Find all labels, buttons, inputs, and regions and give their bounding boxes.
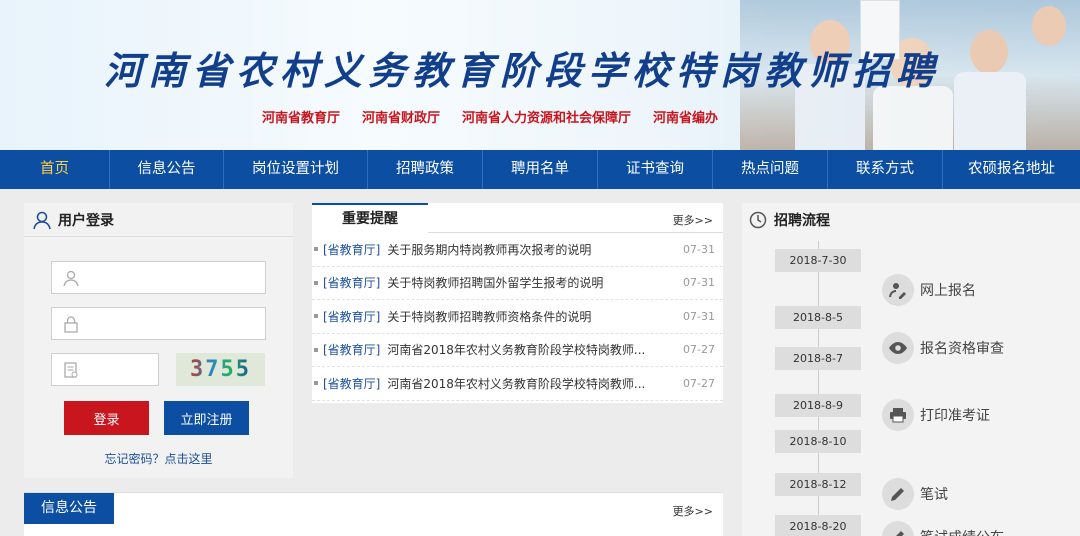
notice-title[interactable]: 河南省2018年农村义务教育阶段学校特岗教师...: [387, 341, 683, 358]
bullet: [314, 280, 318, 285]
login-button[interactable]: 登录: [64, 401, 149, 435]
process-step[interactable]: 笔试成绩公布: [882, 521, 1004, 536]
process-header: 招聘流程: [742, 203, 1080, 237]
more-link[interactable]: 更多>>: [673, 212, 713, 228]
login-panel: 用户登录 3755 登录 立即注册 忘记密码？点击这里: [24, 203, 293, 478]
lock-icon: [64, 315, 78, 333]
step-label: 笔试: [920, 487, 948, 503]
clock-icon: [749, 211, 767, 229]
bullet: [314, 314, 318, 319]
notice-title[interactable]: 关于服务期内特岗教师再次报考的说明: [387, 241, 683, 258]
tab-info[interactable]: 信息公告: [24, 493, 114, 524]
nav-master-signup[interactable]: 农硕报名地址: [943, 150, 1080, 189]
timeline-date: 2018-8-9: [775, 394, 861, 417]
login-header: 用户登录: [24, 203, 293, 237]
notice-row[interactable]: [省教育厅] 河南省2018年农村义务教育阶段学校特岗教师... 07-27: [312, 367, 723, 401]
username-field[interactable]: [51, 261, 266, 294]
step-label: 笔试成绩公布: [920, 527, 1004, 536]
organizer: 河南省编办: [653, 111, 719, 126]
tab-important[interactable]: 重要提醒: [312, 203, 428, 234]
important-notices-panel: 重要提醒 更多>> [省教育厅] 关于服务期内特岗教师再次报考的说明 07-31 […: [312, 203, 723, 403]
notice-title[interactable]: 关于特岗教师招聘国外留学生报考的说明: [387, 274, 683, 291]
process-step[interactable]: 笔试: [882, 478, 948, 510]
main-nav: 首页 信息公告 岗位设置计划 招聘政策 聘用名单 证书查询 热点问题 联系方式 …: [0, 150, 1080, 189]
user-icon: [63, 270, 79, 286]
step-label: 报名资格审查: [920, 341, 1004, 357]
timeline-date: 2018-8-5: [775, 306, 861, 329]
pencil-icon: [882, 478, 914, 510]
notice-date: 07-31: [683, 242, 715, 256]
notice-category: [省教育厅]: [323, 343, 381, 358]
eye-icon: [882, 332, 914, 364]
notice-row[interactable]: [省教育厅] 河南省2018年农村义务教育阶段学校特岗教师... 07-27: [312, 334, 723, 367]
organizer: 河南省人力资源和社会保障厅: [462, 111, 632, 126]
bullet: [314, 247, 318, 252]
notice-category: [省教育厅]: [323, 309, 381, 324]
timeline-date: 2018-8-7: [775, 347, 861, 370]
process-step[interactable]: 报名资格审查: [882, 332, 1004, 364]
timeline-date: 2018-8-12: [775, 473, 861, 496]
step-label: 网上报名: [920, 283, 976, 299]
nav-policy[interactable]: 招聘政策: [368, 150, 483, 189]
captcha-image[interactable]: 3755: [176, 353, 265, 386]
nav-certificate[interactable]: 证书查询: [598, 150, 713, 189]
forgot-password-link[interactable]: 忘记密码？点击这里: [24, 450, 293, 467]
printer-icon: [882, 399, 914, 431]
timeline-date: 2018-8-10: [775, 430, 861, 453]
login-title: 用户登录: [58, 212, 114, 229]
password-field[interactable]: [51, 307, 266, 340]
timeline-date: 2018-7-30: [775, 249, 861, 272]
nav-hired-list[interactable]: 聘用名单: [483, 150, 598, 189]
captcha-text: 3755: [190, 357, 251, 382]
info-announcements-panel: 信息公告 更多>>: [24, 492, 723, 536]
nav-home[interactable]: 首页: [0, 150, 110, 189]
captcha-field[interactable]: [51, 353, 159, 386]
process-step[interactable]: 网上报名: [882, 274, 976, 306]
notice-date: 07-27: [683, 376, 715, 390]
notice-category: [省教育厅]: [323, 276, 381, 291]
organizer: 河南省财政厅: [362, 111, 441, 126]
user-edit-icon: [882, 274, 914, 306]
organizer-list: 河南省教育厅 河南省财政厅 河南省人力资源和社会保障厅 河南省编办: [262, 107, 718, 126]
process-step[interactable]: 打印准考证: [882, 399, 990, 431]
bullet: [314, 381, 318, 386]
notice-row[interactable]: [省教育厅] 关于特岗教师招聘国外留学生报考的说明 07-31: [312, 267, 723, 300]
notice-date: 07-31: [683, 309, 715, 323]
header-banner: 河南省农村义务教育阶段学校特岗教师招聘 河南省教育厅 河南省财政厅 河南省人力资…: [0, 0, 1080, 150]
bullet: [314, 347, 318, 352]
nav-positions[interactable]: 岗位设置计划: [224, 150, 368, 189]
user-icon: [33, 211, 51, 229]
banner-title: 河南省农村义务教育阶段学校特岗教师招聘: [104, 48, 941, 93]
notice-date: 07-27: [683, 343, 715, 357]
captcha-icon: [64, 361, 78, 378]
notices-tabbar: 重要提醒 更多>>: [312, 203, 723, 234]
notice-row[interactable]: [省教育厅] 关于服务期内特岗教师再次报考的说明 07-31: [312, 233, 723, 267]
nav-faq[interactable]: 热点问题: [713, 150, 828, 189]
register-button[interactable]: 立即注册: [164, 401, 249, 435]
notice-title[interactable]: 关于特岗教师招聘教师资格条件的说明: [387, 308, 683, 325]
more-link[interactable]: 更多>>: [673, 503, 713, 519]
notice-date: 07-31: [683, 276, 715, 290]
nav-contact[interactable]: 联系方式: [828, 150, 943, 189]
timeline-date: 2018-8-20: [775, 515, 861, 536]
notice-category: [省教育厅]: [323, 376, 381, 391]
step-label: 打印准考证: [920, 408, 990, 424]
notice-title[interactable]: 河南省2018年农村义务教育阶段学校特岗教师...: [387, 375, 683, 392]
pencil-icon: [882, 521, 914, 536]
recruitment-process-panel: 招聘流程 2018-7-30 2018-8-5 2018-8-7 2018-8-…: [742, 203, 1080, 536]
nav-notices[interactable]: 信息公告: [110, 150, 224, 189]
process-title: 招聘流程: [774, 213, 830, 229]
notice-row[interactable]: [省教育厅] 关于特岗教师招聘教师资格条件的说明 07-31: [312, 300, 723, 334]
organizer: 河南省教育厅: [262, 111, 341, 126]
notice-category: [省教育厅]: [323, 242, 381, 257]
